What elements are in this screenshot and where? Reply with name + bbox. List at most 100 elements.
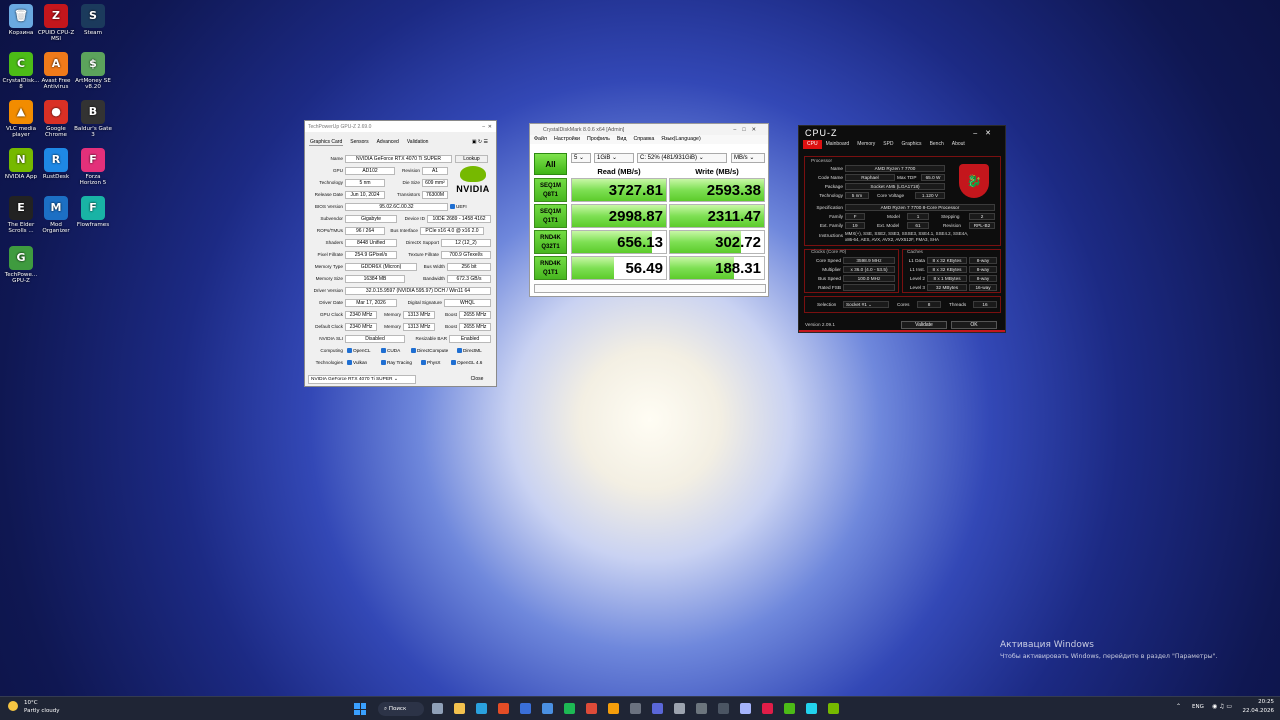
menu-view[interactable]: Вид [617,135,627,144]
tab-mainboard[interactable]: Mainboard [822,140,854,149]
weather-desc[interactable]: Partly cloudy [24,708,60,714]
tab-advanced[interactable]: Advanced [376,139,400,146]
signature-value: WHQL [444,299,491,307]
desktop-icon[interactable]: G TechPowe... GPU-Z [2,246,40,285]
opencl-checkbox[interactable]: OpenCL [347,346,370,355]
gpuz-titlebar[interactable]: TechPowerUp GPU-Z 2.69.0 – ✕ [305,121,496,132]
app-icon[interactable] [718,703,729,714]
menu-settings[interactable]: Настройки [554,135,580,144]
desktop-icon[interactable]: F Forza Horizon 5 [74,148,112,187]
desktop-icon[interactable]: S Steam [74,4,112,36]
directcompute-checkbox[interactable]: DirectCompute [411,346,448,355]
cpuz-titlebar[interactable]: CPU-Z –✕ [799,126,1005,140]
window-controls-icon[interactable]: –□✕ [733,127,762,133]
lookup-button[interactable]: Lookup [455,155,488,163]
clocks-label: Clocks (Core #0) [811,249,847,254]
vulkan-checkbox[interactable]: Vulkan [347,358,367,367]
menu-file[interactable]: Файл [534,135,547,144]
clock-time[interactable]: 20:25 [1244,699,1274,705]
task-view-icon[interactable] [432,703,443,714]
app-icon[interactable] [806,703,817,714]
gpuz-icon[interactable] [828,703,839,714]
size-select[interactable]: 1GiB ⌄ [594,153,634,163]
desktop-icon[interactable]: A Avast Free Antivirus [37,52,75,91]
app-icon[interactable] [674,703,685,714]
test-queue: Q1T1 [542,218,558,224]
ray-tracing-checkbox[interactable]: Ray Tracing [381,358,412,367]
label-driver-version: Driver Version [313,288,343,293]
explorer-icon[interactable] [454,703,465,714]
test-button[interactable]: SEQ1M Q8T1 [534,178,567,202]
search-box[interactable]: ⌕ Поиск [378,702,424,716]
desktop-icon[interactable]: Z CPUID CPU-Z MSI [37,4,75,43]
directml-checkbox[interactable]: DirectML [457,346,482,355]
test-button[interactable]: RND4K Q1T1 [534,256,567,280]
tab-sensors[interactable]: Sensors [349,139,369,146]
weather-temp[interactable]: 10°C [24,700,38,706]
tab-about[interactable]: About [948,140,969,149]
card-selector-dropdown[interactable]: NVIDIA GeForce RTX 4070 Ti SUPER ⌄ [308,375,416,384]
tab-memory[interactable]: Memory [853,140,879,149]
app-icon[interactable] [630,703,641,714]
terminal-icon[interactable] [696,703,707,714]
desktop-icon[interactable]: N NVIDIA App [2,148,40,180]
cuda-checkbox[interactable]: CUDA [381,346,400,355]
menu-help[interactable]: Справка [633,135,654,144]
language-indicator[interactable]: ENG [1192,704,1204,710]
validate-button[interactable]: Validate [901,321,947,329]
tab-cpu[interactable]: CPU [803,140,822,149]
tab-bench[interactable]: Bench [926,140,948,149]
physx-checkbox[interactable]: PhysX [421,358,441,367]
desktop-icon[interactable]: ▲ VLC media player [2,100,40,139]
brave-icon[interactable] [498,703,509,714]
tab-validation[interactable]: Validation [406,139,430,146]
menu-language[interactable]: Язык(Language) [661,135,700,144]
desktop-icon[interactable]: M Mod Organizer [37,196,75,235]
resizable-bar-value: Enabled [449,335,491,343]
opengl-checkbox[interactable]: OpenGL 4.6 [451,358,482,367]
spotify-icon[interactable] [564,703,575,714]
clock-date[interactable]: 22.04.2026 [1236,708,1275,714]
app-icon[interactable] [608,703,619,714]
network-volume-icon[interactable]: ◉ ♫ ▭ [1212,703,1232,710]
ok-button[interactable]: OK [951,321,997,329]
desktop-icon[interactable]: ● Google Chrome [37,100,75,139]
chrome-icon[interactable] [586,703,597,714]
photos-icon[interactable] [542,703,553,714]
all-button[interactable]: All [534,153,567,175]
telegram-icon[interactable] [476,703,487,714]
socket-select[interactable]: Socket #1 ⌄ [843,301,889,308]
window-controls-icon[interactable]: –✕ [973,129,999,137]
drive-select[interactable]: C: 52% (481/931GiB) ⌄ [637,153,727,163]
settings-icon[interactable] [652,703,663,714]
test-button[interactable]: SEQ1M Q1T1 [534,204,567,228]
window-controls-icon[interactable]: – ✕ [482,124,492,130]
desktop-icon[interactable]: $ ArtMoney SE v8.20 [74,52,112,91]
desktop-icon[interactable]: R RustDesk [37,148,75,180]
test-button[interactable]: RND4K Q32T1 [534,230,567,254]
tab-graphics[interactable]: Graphics [898,140,926,149]
unit-select[interactable]: MB/s ⌄ [731,153,765,163]
desktop-icon[interactable]: 🗑 Корзина [2,4,40,36]
desktop-icon[interactable]: F Flowframes [74,196,112,228]
desktop-icon[interactable]: C CrystalDisk... 8 [2,52,40,91]
toolbar-icons[interactable]: ▣ ↻ ☰ [472,139,488,146]
start-icon[interactable] [354,703,366,715]
close-button[interactable]: Close [463,375,491,384]
uefi-checkbox[interactable]: UEFI [450,202,467,211]
tray-chevron-icon[interactable]: ⌃ [1176,703,1181,710]
cpuz-icon[interactable] [762,703,773,714]
l1-inst-value: 8 x 32 KBytes [927,266,967,273]
desktop-icon[interactable]: B Baldur's Gate 3 [74,100,112,139]
weather-icon[interactable] [8,701,18,711]
count-select[interactable]: 5 ⌄ [571,153,591,163]
desktop-icon[interactable]: E The Elder Scrolls ... [2,196,40,235]
tab-graphics-card[interactable]: Graphics Card [309,139,344,146]
crystaldiskmark-icon[interactable] [784,703,795,714]
cdm-titlebar[interactable]: CrystalDiskMark 8.0.6 x64 [Admin] –□✕ [530,124,768,135]
menu-profile[interactable]: Профиль [587,135,610,144]
store-icon[interactable] [520,703,531,714]
tab-spd[interactable]: SPD [879,140,897,149]
bus-width-value: 256 bit [447,263,491,271]
app-icon[interactable] [740,703,751,714]
